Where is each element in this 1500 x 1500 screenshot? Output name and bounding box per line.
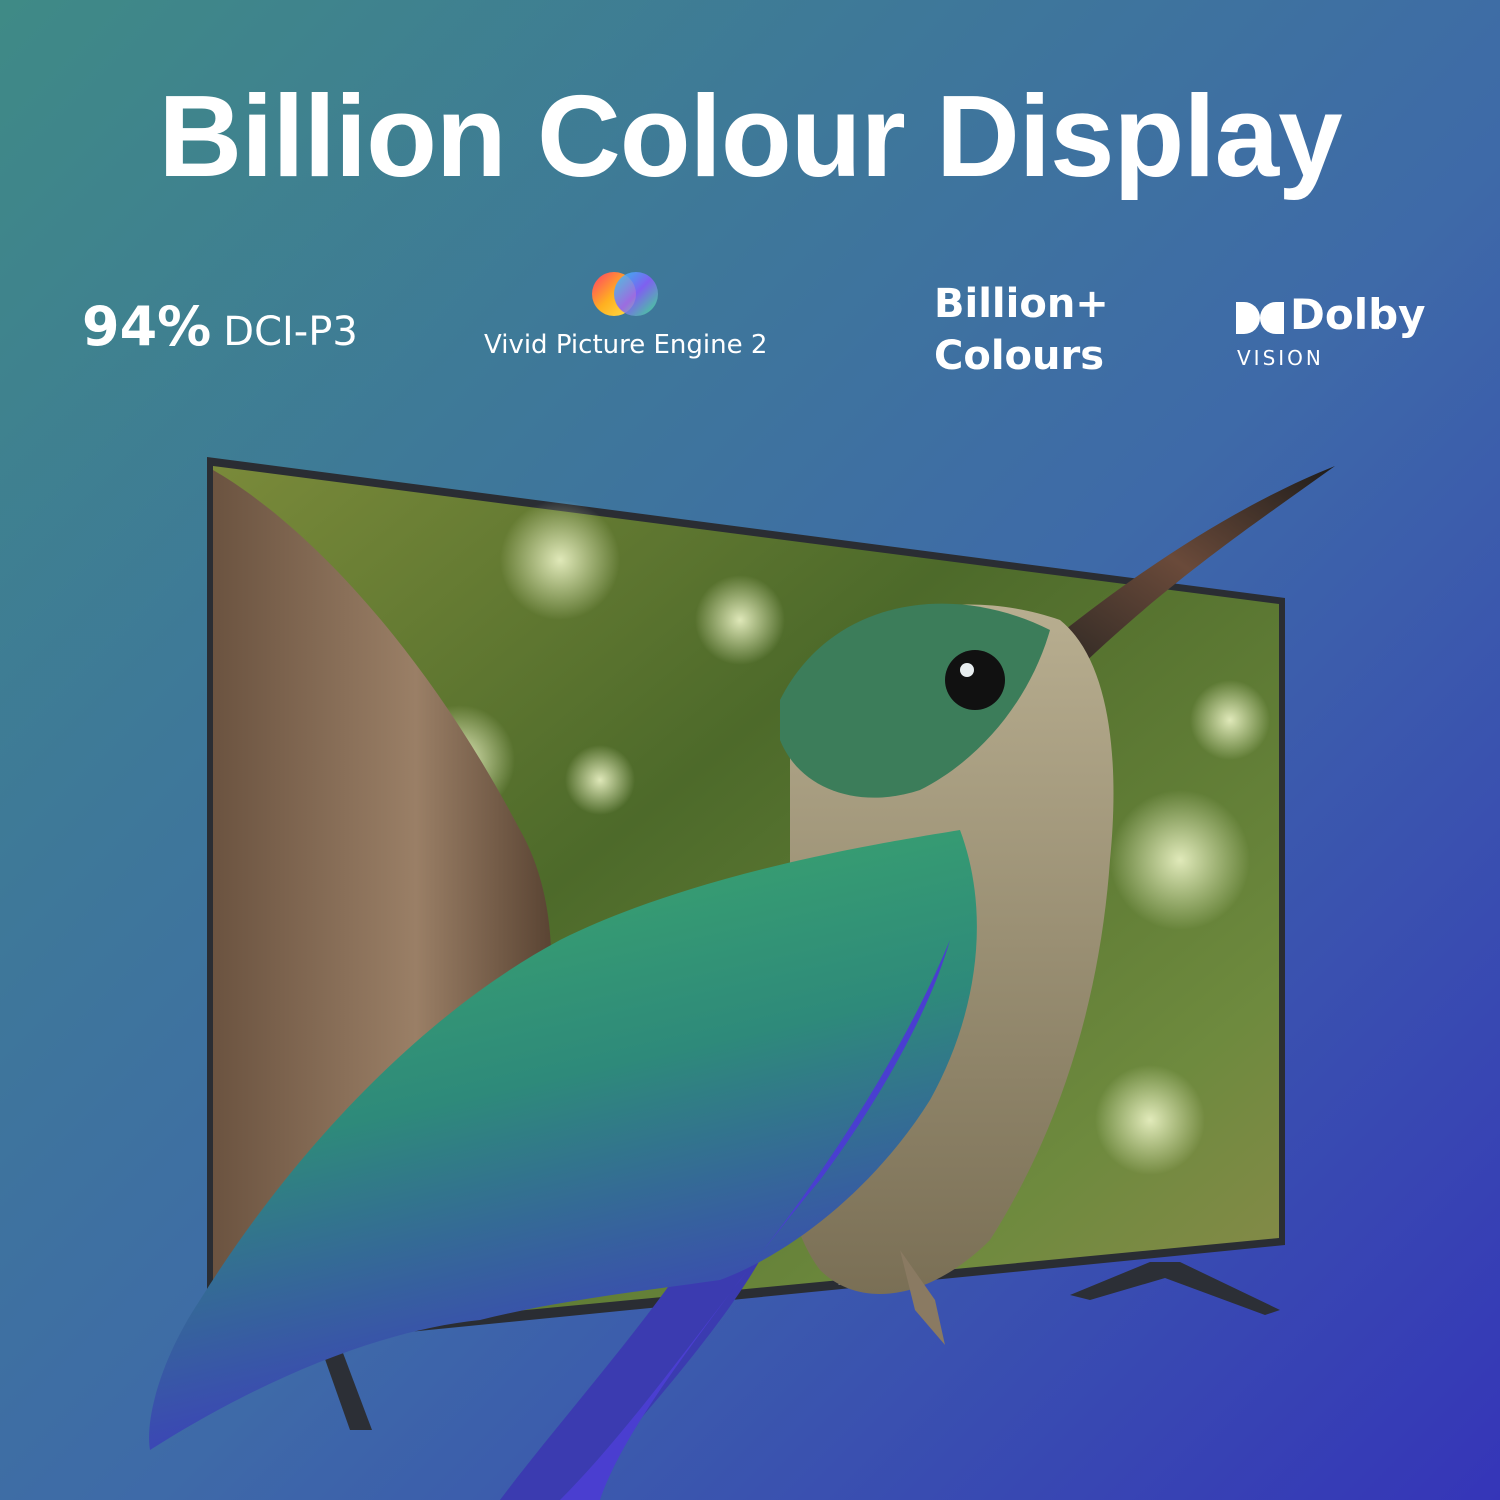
bird-eye-highlight <box>960 663 974 677</box>
bird-eye <box>945 650 1005 710</box>
tv-illustration: xiaomi <box>149 457 1335 1500</box>
tv-stand-right-leg <box>1070 1262 1280 1315</box>
